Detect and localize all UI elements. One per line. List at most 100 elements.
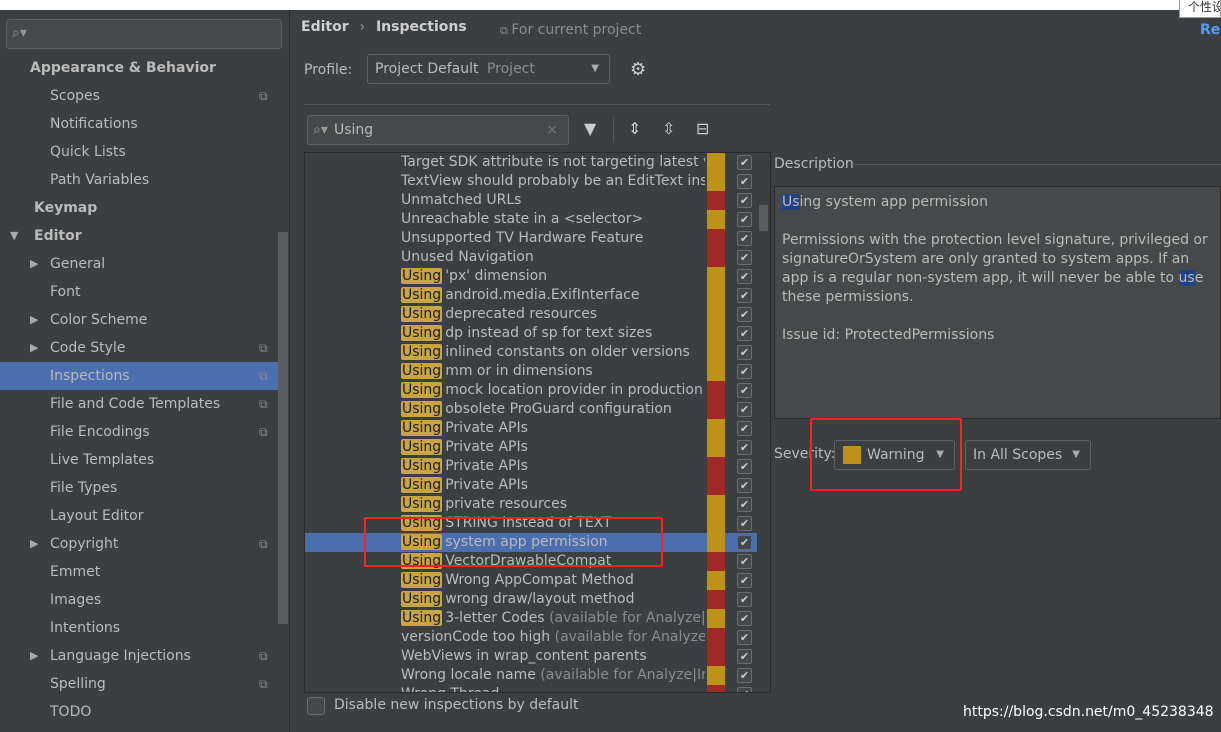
sidebar-item-scopes[interactable]: Scopes ⧉ [0, 82, 290, 110]
enabled-checkbox[interactable]: ✔ [737, 193, 752, 208]
inspection-row[interactable]: TextView should probably be an EditText … [305, 172, 757, 191]
collapsed-arrow-icon[interactable]: ▶ [30, 334, 38, 362]
inspection-row[interactable]: Using Private APIs ✔ [305, 438, 757, 457]
inspection-row[interactable]: Using mock location provider in productio… [305, 381, 757, 400]
sidebar-item-emmet[interactable]: Emmet [0, 558, 290, 586]
inspection-row[interactable]: Using Private APIs ✔ [305, 457, 757, 476]
sidebar-item-file-encodings[interactable]: File Encodings ⧉ [0, 418, 290, 446]
expand-all-icon[interactable]: ⇕ [628, 119, 641, 138]
enabled-checkbox[interactable]: ✔ [737, 630, 752, 645]
disable-new-checkbox[interactable] [307, 697, 325, 715]
inspection-row[interactable]: Using 3-letter Codes (available for Analy… [305, 609, 757, 628]
inspection-row[interactable]: Wrong Thread ✔ [305, 685, 757, 692]
enabled-checkbox[interactable]: ✔ [737, 554, 752, 569]
inspection-row[interactable]: Using android.media.ExifInterface ✔ [305, 286, 757, 305]
sidebar-item-inspections[interactable]: Inspections ⧉ [0, 362, 278, 390]
sidebar-item-general[interactable]: ▶ General [0, 250, 290, 278]
enabled-checkbox[interactable]: ✔ [737, 592, 752, 607]
inspection-row[interactable]: Using Private APIs ✔ [305, 419, 757, 438]
enabled-checkbox[interactable]: ✔ [737, 383, 752, 398]
enabled-checkbox[interactable]: ✔ [737, 345, 752, 360]
inspection-row[interactable]: Unsupported TV Hardware Feature ✔ [305, 229, 757, 248]
sidebar-item-keymap[interactable]: Keymap [0, 194, 290, 222]
enabled-checkbox[interactable]: ✔ [737, 174, 752, 189]
sidebar-item-file-and-code-templates[interactable]: File and Code Templates ⧉ [0, 390, 290, 418]
sidebar-search-input[interactable]: ⌕▾ [6, 19, 282, 49]
enabled-checkbox[interactable]: ✔ [737, 573, 752, 588]
enabled-checkbox[interactable]: ✔ [737, 535, 752, 550]
sidebar-item-appearance-behavior[interactable]: Appearance & Behavior [0, 54, 290, 82]
inspection-row[interactable]: Using obsolete ProGuard configuration ✔ [305, 400, 757, 419]
sidebar-item-color-scheme[interactable]: ▶ Color Scheme [0, 306, 290, 334]
collapsed-arrow-icon[interactable]: ▶ [30, 530, 38, 558]
sidebar-item-editor[interactable]: ▼ Editor [0, 222, 290, 250]
reset-link[interactable]: Res [1200, 22, 1221, 38]
sidebar-item-notifications[interactable]: Notifications [0, 110, 290, 138]
enabled-checkbox[interactable]: ✔ [737, 516, 752, 531]
enabled-checkbox[interactable]: ✔ [737, 421, 752, 436]
sidebar-item-intentions[interactable]: Intentions [0, 614, 290, 642]
enabled-checkbox[interactable]: ✔ [737, 478, 752, 493]
inspection-row[interactable]: Unused Navigation ✔ [305, 248, 757, 267]
enabled-checkbox[interactable]: ✔ [737, 155, 752, 170]
enabled-checkbox[interactable]: ✔ [737, 250, 752, 265]
sidebar-item-copyright[interactable]: ▶ Copyright ⧉ [0, 530, 290, 558]
filter-input[interactable]: ⌕▾ Using × [307, 115, 569, 145]
inspection-row[interactable]: Wrong locale name (available for Analyze… [305, 666, 757, 685]
gear-icon[interactable]: ⚙ [630, 59, 646, 80]
breadcrumb-editor[interactable]: Editor [301, 19, 349, 35]
expanded-arrow-icon[interactable]: ▼ [10, 222, 18, 250]
inspection-row[interactable]: Using deprecated resources ✔ [305, 305, 757, 324]
enabled-checkbox[interactable]: ✔ [737, 668, 752, 683]
collapsed-arrow-icon[interactable]: ▶ [30, 642, 38, 670]
enabled-checkbox[interactable]: ✔ [737, 307, 752, 322]
enabled-checkbox[interactable]: ✔ [737, 364, 752, 379]
enabled-checkbox[interactable]: ✔ [737, 269, 752, 284]
sidebar-item-layout-editor[interactable]: Layout Editor [0, 502, 290, 530]
sidebar-item-font[interactable]: Font [0, 278, 290, 306]
sidebar-item-todo[interactable]: TODO [0, 698, 290, 726]
inspection-row[interactable]: Using private resources ✔ [305, 495, 757, 514]
sidebar-item-code-style[interactable]: ▶ Code Style ⧉ [0, 334, 290, 362]
collapsed-arrow-icon[interactable]: ▶ [30, 250, 38, 278]
enabled-checkbox[interactable]: ✔ [737, 402, 752, 417]
filter-icon[interactable]: ▼ [584, 119, 596, 138]
sidebar-scrollbar[interactable] [278, 232, 288, 624]
enabled-checkbox[interactable]: ✔ [737, 649, 752, 664]
sidebar-item-images[interactable]: Images [0, 586, 290, 614]
enabled-checkbox[interactable]: ✔ [737, 497, 752, 512]
enabled-checkbox[interactable]: ✔ [737, 611, 752, 626]
inspection-row[interactable]: Using wrong draw/layout method ✔ [305, 590, 757, 609]
tree-scrollbar[interactable] [759, 205, 768, 231]
inspection-row[interactable]: Using mm or in dimensions ✔ [305, 362, 757, 381]
profile-dropdown[interactable]: Project Default Project ▼ [367, 54, 610, 84]
inspection-row[interactable]: Target SDK attribute is not targeting la… [305, 153, 757, 172]
enabled-checkbox[interactable]: ✔ [737, 288, 752, 303]
inspection-row[interactable]: Unreachable state in a <selector> ✔ [305, 210, 757, 229]
collapse-all-icon[interactable]: ⇳ [662, 119, 675, 138]
collapsed-arrow-icon[interactable]: ▶ [30, 306, 38, 334]
inspection-row[interactable]: WebViews in wrap_content parents ✔ [305, 647, 757, 666]
inspection-row[interactable]: Unmatched URLs ✔ [305, 191, 757, 210]
enabled-checkbox[interactable]: ✔ [737, 212, 752, 227]
scope-dropdown[interactable]: In All Scopes ▼ [965, 440, 1091, 470]
enabled-checkbox[interactable]: ✔ [737, 231, 752, 246]
inspection-row[interactable]: Using Private APIs ✔ [305, 476, 757, 495]
sidebar-item-path-variables[interactable]: Path Variables [0, 166, 290, 194]
inspection-row[interactable]: Using Wrong AppCompat Method ✔ [305, 571, 757, 590]
inspection-row[interactable]: Using dp instead of sp for text sizes ✔ [305, 324, 757, 343]
enabled-checkbox[interactable]: ✔ [737, 459, 752, 474]
sidebar-item-spelling[interactable]: Spelling ⧉ [0, 670, 290, 698]
sidebar-item-live-templates[interactable]: Live Templates [0, 446, 290, 474]
enabled-checkbox[interactable]: ✔ [737, 687, 752, 692]
inspection-row[interactable]: Using inlined constants on older versions… [305, 343, 757, 362]
inspection-row[interactable]: versionCode too high (available for Anal… [305, 628, 757, 647]
enabled-checkbox[interactable]: ✔ [737, 326, 752, 341]
sidebar-item-language-injections[interactable]: ▶ Language Injections ⧉ [0, 642, 290, 670]
enabled-checkbox[interactable]: ✔ [737, 440, 752, 455]
reset-to-empty-icon[interactable]: ⊟ [696, 119, 709, 138]
clear-icon[interactable]: × [546, 116, 558, 144]
sidebar-item-quick-lists[interactable]: Quick Lists [0, 138, 290, 166]
sidebar-item-file-types[interactable]: File Types [0, 474, 290, 502]
inspection-row[interactable]: Using'px' dimension ✔ [305, 267, 757, 286]
